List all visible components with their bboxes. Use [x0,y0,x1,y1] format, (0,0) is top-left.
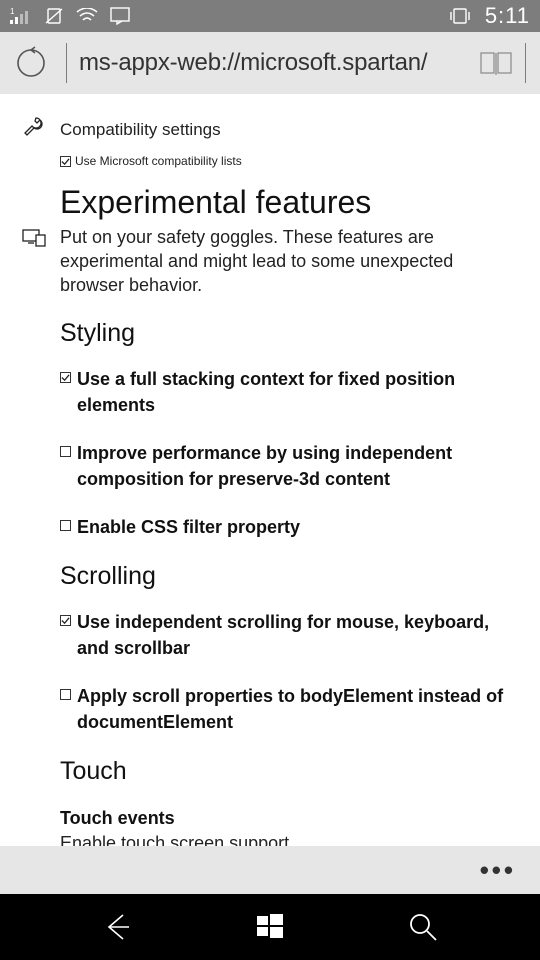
compatibility-section: Compatibility settings [0,94,540,140]
styling-heading: Styling [0,297,540,356]
checkbox-checked-icon[interactable] [60,615,71,626]
browser-app-bar: ••• [0,846,540,894]
start-button[interactable] [252,909,288,945]
option-stacking-context[interactable]: Use a full stacking context for fixed po… [0,356,540,418]
system-status-bar: 1 5:11 [0,0,540,32]
wrench-icon [22,116,44,138]
option-label: Use independent scrolling for mouse, key… [77,609,520,661]
no-sim-icon [44,7,64,25]
option-independent-scrolling[interactable]: Use independent scrolling for mouse, key… [0,599,540,661]
experimental-heading: Experimental features [0,168,540,225]
devices-icon [22,229,46,247]
wifi-icon [76,8,98,24]
experimental-row: Put on your safety goggles. These featur… [0,225,540,297]
checkbox-unchecked-icon[interactable] [60,689,71,700]
back-button[interactable] [99,909,135,945]
touch-heading: Touch [0,735,540,794]
option-label: Improve performance by using independent… [77,440,520,492]
status-left-icons: 1 [10,7,130,25]
option-preserve-3d[interactable]: Improve performance by using independent… [0,418,540,492]
scrolling-heading: Scrolling [0,540,540,599]
compat-checkbox-label: Use Microsoft compatibility lists [75,154,242,168]
separator [66,43,67,83]
svg-text:1: 1 [10,8,15,16]
checkbox-checked-icon[interactable] [60,156,71,167]
clock-time: 5:11 [485,3,530,29]
more-icon[interactable]: ••• [480,855,516,886]
status-right: 5:11 [449,3,530,29]
system-nav-bar [0,894,540,960]
option-css-filter[interactable]: Enable CSS filter property [0,492,540,540]
compat-checkbox-row[interactable]: Use Microsoft compatibility lists [0,140,540,168]
touch-subheading: Touch events [0,794,540,829]
refresh-icon[interactable] [14,46,48,80]
experimental-description: Put on your safety goggles. These featur… [60,225,520,297]
page-content: Compatibility settings Use Microsoft com… [0,94,540,846]
compatibility-title: Compatibility settings [60,120,221,140]
reading-view-icon[interactable] [479,49,513,77]
browser-url-bar: ms-appx-web://microsoft.spartan/ [0,32,540,94]
separator [525,43,526,83]
option-scroll-body[interactable]: Apply scroll properties to bodyElement i… [0,661,540,735]
signal-icon: 1 [10,8,32,24]
search-button[interactable] [405,909,441,945]
checkbox-checked-icon[interactable] [60,372,71,383]
checkbox-unchecked-icon[interactable] [60,446,71,457]
url-text[interactable]: ms-appx-web://microsoft.spartan/ [79,49,469,77]
checkbox-unchecked-icon[interactable] [60,520,71,531]
option-label: Apply scroll properties to bodyElement i… [77,683,520,735]
notification-icon [110,7,130,25]
option-label: Use a full stacking context for fixed po… [77,366,520,418]
vibrate-icon [449,8,471,24]
option-label: Enable CSS filter property [77,514,300,540]
touch-description: Enable touch screen support [0,829,540,846]
